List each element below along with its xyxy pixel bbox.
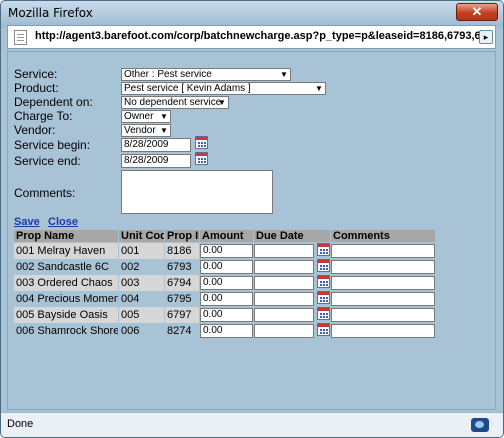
status-text: Done	[7, 418, 34, 430]
service-end-label: Service end:	[14, 154, 81, 168]
amount-input[interactable]: 0.00	[200, 244, 253, 258]
page-icon	[14, 30, 27, 45]
service-begin-input[interactable]: 8/28/2009	[121, 138, 191, 152]
calendar-icon[interactable]	[317, 291, 330, 304]
comments-input[interactable]	[331, 244, 435, 258]
table-row-id: 6795	[165, 291, 199, 307]
due-date-input[interactable]	[254, 324, 314, 338]
service-end-input[interactable]: 8/28/2009	[121, 154, 191, 168]
table-row-id: 6793	[165, 259, 199, 275]
calendar-icon[interactable]	[317, 323, 330, 336]
dependent-select[interactable]: No dependent service ▼	[121, 96, 229, 109]
amount-input[interactable]: 0.00	[200, 308, 253, 322]
url-text[interactable]: http://agent3.barefoot.com/corp/batchnew…	[35, 30, 480, 42]
table-row-unit: 003	[119, 275, 164, 291]
product-value: Pest service [ Kevin Adams ]	[124, 83, 251, 94]
product-label: Product:	[14, 81, 59, 95]
service-begin-label: Service begin:	[14, 138, 91, 152]
charge-to-select[interactable]: Owner ▼	[121, 110, 171, 123]
vendor-select[interactable]: Vendor ▼	[121, 124, 171, 137]
table-row-unit: 002	[119, 259, 164, 275]
service-value: Other : Pest service	[124, 69, 212, 80]
comments-input[interactable]	[331, 292, 435, 306]
calendar-icon[interactable]	[195, 136, 208, 149]
charge-to-value: Owner	[124, 111, 154, 122]
service-label: Service:	[14, 67, 58, 81]
comments-input[interactable]	[331, 308, 435, 322]
table-row-id: 6797	[165, 307, 199, 323]
close-icon[interactable]: ✕	[456, 3, 498, 21]
table-row-unit: 004	[119, 291, 164, 307]
browser-window: Mozilla Firefox ✕ http://agent3.barefoot…	[0, 0, 504, 438]
amount-input[interactable]: 0.00	[200, 292, 253, 306]
amount-input[interactable]: 0.00	[200, 276, 253, 290]
vendor-label: Vendor:	[14, 123, 56, 137]
table-row-prop-name: 004 Precious Moments	[14, 291, 118, 307]
calendar-icon[interactable]	[317, 243, 330, 256]
window-title: Mozilla Firefox	[8, 6, 93, 20]
address-bar[interactable]: http://agent3.barefoot.com/corp/batchnew…	[7, 25, 496, 49]
status-icon	[471, 418, 489, 432]
amount-input[interactable]: 0.00	[200, 260, 253, 274]
due-date-input[interactable]	[254, 260, 314, 274]
header-amount: Amount	[200, 230, 253, 242]
save-link[interactable]: Save	[14, 216, 40, 228]
due-date-input[interactable]	[254, 308, 314, 322]
due-date-input[interactable]	[254, 276, 314, 290]
due-date-input[interactable]	[254, 244, 314, 258]
comments-label: Comments:	[14, 186, 76, 200]
charge-to-label: Charge To:	[14, 109, 73, 123]
calendar-icon[interactable]	[195, 152, 208, 165]
dependent-label: Dependent on:	[14, 95, 93, 109]
page-content: Service: Other : Pest service ▼ Product:…	[7, 51, 496, 410]
close-link[interactable]: Close	[48, 216, 78, 228]
calendar-icon[interactable]	[317, 259, 330, 272]
vendor-value: Vendor	[124, 125, 156, 136]
due-date-input[interactable]	[254, 292, 314, 306]
comments-textarea[interactable]	[121, 170, 273, 214]
header-prop-id: Prop ID	[165, 230, 199, 242]
table-row-id: 8274	[165, 323, 199, 339]
table-row-unit: 006	[119, 323, 164, 339]
table-row-id: 6794	[165, 275, 199, 291]
header-unit-code: Unit Code	[119, 230, 164, 242]
header-prop-name: Prop Name	[14, 230, 118, 242]
product-select[interactable]: Pest service [ Kevin Adams ] ▼	[121, 82, 326, 95]
comments-input[interactable]	[331, 260, 435, 274]
calendar-icon[interactable]	[317, 275, 330, 288]
header-due-date: Due Date	[254, 230, 330, 242]
table-row-unit: 005	[119, 307, 164, 323]
calendar-icon[interactable]	[317, 307, 330, 320]
title-bar: Mozilla Firefox ✕	[1, 1, 503, 27]
chevron-down-icon[interactable]: ▼	[217, 97, 227, 108]
chevron-down-icon[interactable]: ▼	[279, 69, 289, 80]
service-select[interactable]: Other : Pest service ▼	[121, 68, 291, 81]
chevron-down-icon[interactable]: ▼	[159, 111, 169, 122]
table-row-unit: 001	[119, 243, 164, 259]
dependent-value: No dependent service	[124, 97, 222, 108]
status-bar: Done	[1, 412, 503, 437]
comments-input[interactable]	[331, 324, 435, 338]
chevron-down-icon[interactable]: ▼	[159, 125, 169, 136]
header-comments: Comments	[331, 230, 435, 242]
table-row-prop-name: 006 Shamrock Shores	[14, 323, 118, 339]
table-row-prop-name: 002 Sandcastle 6C	[14, 259, 118, 275]
amount-input[interactable]: 0.00	[200, 324, 253, 338]
table-row-prop-name: 003 Ordered Chaos	[14, 275, 118, 291]
comments-input[interactable]	[331, 276, 435, 290]
table-row-prop-name: 005 Bayside Oasis	[14, 307, 118, 323]
table-row-prop-name: 001 Melray Haven	[14, 243, 118, 259]
table-row-id: 8186	[165, 243, 199, 259]
chevron-down-icon[interactable]: ▼	[314, 83, 324, 94]
go-icon[interactable]: ▸	[479, 30, 493, 44]
